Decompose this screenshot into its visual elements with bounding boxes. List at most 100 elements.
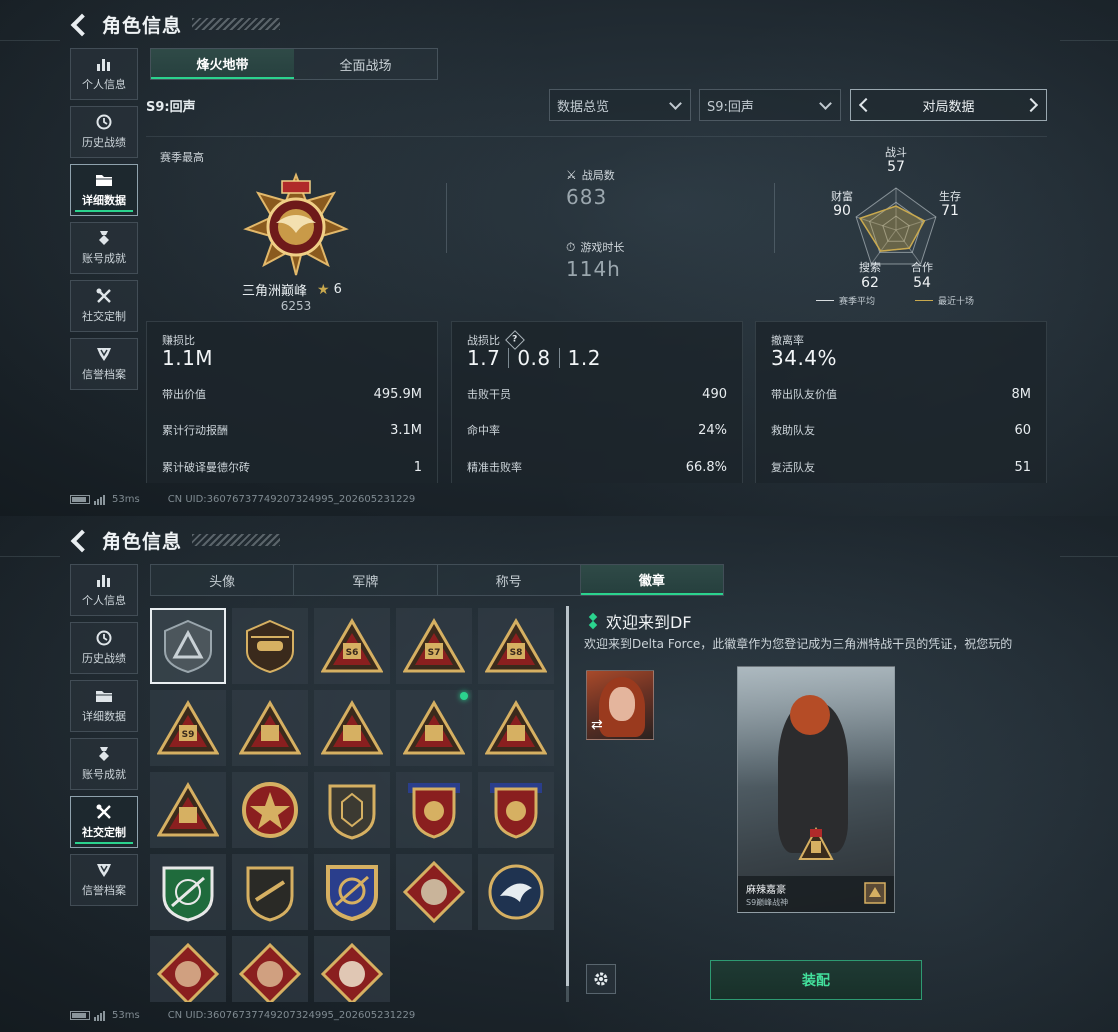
svg-text:S9: S9 — [182, 730, 195, 740]
player-avatar[interactable]: ⇄ — [586, 670, 654, 740]
badge-icon — [403, 861, 465, 923]
tab-operations[interactable]: 烽火地带 — [151, 49, 294, 79]
sidebar-item-detailed-data[interactable]: 详细数据 — [70, 164, 138, 216]
panel-values: 1.7 0.8 1.2 — [467, 346, 601, 370]
badge-cell[interactable] — [396, 772, 472, 848]
badge-icon — [157, 782, 219, 837]
badge-cell[interactable] — [232, 936, 308, 1002]
clock-icon — [95, 630, 113, 646]
scrollbar-thumb[interactable] — [566, 606, 569, 986]
sidebar-item-history[interactable]: 历史战绩 — [70, 622, 138, 674]
overview-dropdown[interactable]: 数据总览 — [549, 89, 691, 121]
badge-cell[interactable] — [396, 690, 472, 766]
title-hatch-decoration — [192, 534, 280, 546]
radar-value-survival: 71 — [941, 203, 959, 219]
sidebar-item-social-custom[interactable]: 社交定制 — [70, 280, 138, 332]
radar-value-teamwork: 54 — [913, 275, 931, 291]
medal-icon — [95, 746, 113, 762]
badge-cell[interactable] — [396, 854, 472, 930]
sidebar-item-reputation[interactable]: 信誉档案 — [70, 338, 138, 390]
sidebar-item-label: 社交定制 — [82, 310, 126, 323]
badge-cell[interactable] — [232, 772, 308, 848]
rank-emblem-icon — [243, 172, 349, 276]
badge-cell[interactable] — [232, 690, 308, 766]
ping: 53ms — [112, 494, 140, 505]
kd-value-3: 1.2 — [567, 346, 601, 370]
matches-value: 683 — [566, 185, 608, 209]
sidebar-item-social-custom[interactable]: 社交定制 — [70, 796, 138, 848]
stat-key: 累计破译曼德尔砖 — [162, 461, 250, 474]
badge-icon — [239, 700, 301, 755]
sidebar-item-personal-info[interactable]: 个人信息 — [70, 48, 138, 100]
stat-value: 3.1M — [390, 422, 422, 438]
sidebar-item-label: 历史战绩 — [82, 136, 126, 149]
divider — [774, 183, 775, 253]
ping: 53ms — [112, 1010, 140, 1021]
badge-cell[interactable] — [478, 772, 554, 848]
tab-warfare[interactable]: 全面战场 — [294, 49, 437, 79]
badge-icon: S8 — [485, 618, 547, 673]
back-arrow-icon[interactable] — [70, 13, 92, 35]
stat-row: 精准击败率 66.8% — [467, 457, 727, 477]
bar-chart-icon — [95, 572, 113, 588]
badge-cell[interactable] — [150, 936, 226, 1002]
sidebar: 个人信息 历史战绩 详细数据 账号成就 社交定制 信誉档案 — [70, 48, 138, 396]
divider — [446, 183, 447, 253]
badge-icon — [164, 619, 212, 674]
badge-cell[interactable] — [232, 608, 308, 684]
badge-cell[interactable]: S6 — [314, 608, 390, 684]
next-arrow-icon[interactable] — [1023, 97, 1039, 113]
settings-button[interactable] — [586, 964, 616, 994]
svg-text:S8: S8 — [510, 648, 523, 658]
sidebar-item-achievements[interactable]: 账号成就 — [70, 222, 138, 274]
stat-key: 累计行动报酬 — [162, 424, 228, 437]
pager-label: 对局数据 — [922, 99, 975, 115]
badge-cell[interactable] — [478, 854, 554, 930]
ability-radar-chart: 战斗 57 生存 71 合作 54 搜索 62 财富 90 — [806, 140, 986, 310]
page-title: 角色信息 — [102, 530, 183, 553]
badge-cell[interactable]: S8 — [478, 608, 554, 684]
sidebar-item-label: 历史战绩 — [82, 652, 126, 665]
badge-icon — [326, 865, 378, 922]
radar-legend: 赛季平均 最近十场 — [816, 294, 974, 307]
tab-badge[interactable]: 徽章 — [580, 565, 723, 595]
sidebar-item-detailed-data[interactable]: 详细数据 — [70, 680, 138, 732]
badge-cell[interactable] — [314, 690, 390, 766]
tools-icon — [95, 804, 113, 820]
stat-value: 66.8% — [685, 459, 727, 475]
badge-icon — [403, 700, 465, 755]
badge-cell[interactable] — [232, 854, 308, 930]
sidebar-item-personal-info[interactable]: 个人信息 — [70, 564, 138, 616]
stat-value: 24% — [698, 422, 727, 438]
sidebar-item-history[interactable]: 历史战绩 — [70, 106, 138, 158]
gear-icon — [594, 972, 608, 986]
badge-cell[interactable] — [314, 936, 390, 1002]
tab-title[interactable]: 称号 — [438, 565, 581, 595]
rank-title: 三角洲巅峰 — [242, 284, 308, 299]
equip-button[interactable]: 装配 — [710, 960, 922, 1000]
badge-cell[interactable] — [150, 772, 226, 848]
badge-cell[interactable] — [314, 854, 390, 930]
extract-panel: 撤离率 34.4% 带出队友价值 8M 救助队友 60 复活队友 51 — [755, 321, 1047, 483]
badge-custom-screen: 角色信息 个人信息 历史战绩 详细数据 账号成就 社交定制 信誉档案 头像 军牌… — [0, 516, 1118, 1032]
sidebar: 个人信息 历史战绩 详细数据 账号成就 社交定制 信誉档案 — [70, 564, 138, 912]
overview-dropdown-value: 数据总览 — [557, 99, 610, 115]
sidebar-item-label: 详细数据 — [82, 710, 126, 723]
badge-cell[interactable] — [314, 772, 390, 848]
back-arrow-icon[interactable] — [70, 529, 92, 551]
sidebar-item-reputation[interactable]: 信誉档案 — [70, 854, 138, 906]
medal-icon — [95, 230, 113, 246]
badge-cell[interactable]: S9 — [150, 690, 226, 766]
badge-cell[interactable] — [478, 690, 554, 766]
badge-cell[interactable] — [150, 854, 226, 930]
rank-stars: 6 — [333, 282, 342, 297]
sidebar-item-achievements[interactable]: 账号成就 — [70, 738, 138, 790]
season-dropdown[interactable]: S9:回声 — [699, 89, 841, 121]
tab-dogtag[interactable]: 军牌 — [294, 565, 438, 595]
signal-icon — [94, 1010, 106, 1021]
badge-cell[interactable]: S7 — [396, 608, 472, 684]
badge-cell[interactable] — [150, 608, 226, 684]
prev-arrow-icon[interactable] — [858, 97, 874, 113]
tab-avatar[interactable]: 头像 — [151, 565, 295, 595]
swap-icon[interactable]: ⇄ — [591, 717, 603, 733]
